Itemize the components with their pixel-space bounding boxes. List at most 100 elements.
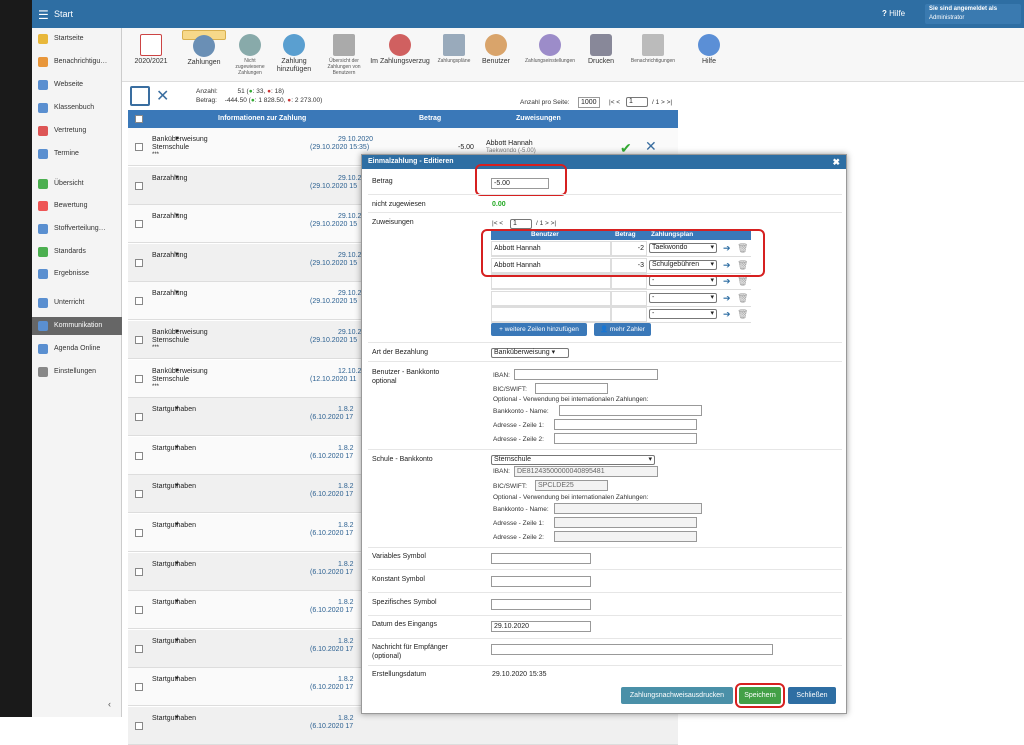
row-checkbox[interactable] [135,413,143,422]
overview-button[interactable]: Übersicht der Zahlungen von Benutzern [322,30,366,80]
help-button[interactable]: Hilfe [692,30,726,80]
sidebar-item[interactable]: Termine [32,145,122,163]
expand-icon[interactable]: ▼ [174,715,180,721]
expand-icon[interactable]: ▼ [174,599,180,605]
row-checkbox[interactable] [135,722,143,730]
menu-icon[interactable]: ☰ [38,8,49,22]
sidebar-item[interactable]: Übersicht [32,175,122,193]
assignment-user-cell[interactable] [491,307,611,322]
print-receipt-button[interactable]: Zahlungsnachweisausdrucken [621,687,733,704]
sidebar-item[interactable]: Bewertung [32,197,122,215]
edit-tools-icon[interactable]: ✕ [645,138,657,155]
sidebar-item[interactable]: Vertretung [32,122,122,140]
row-checkbox[interactable] [135,258,143,267]
expand-icon[interactable]: ▼ [174,561,180,567]
expand-icon[interactable]: ▼ [174,638,180,644]
row-checkbox[interactable] [135,683,143,692]
row-checkbox[interactable] [135,374,143,383]
expand-icon[interactable]: ▼ [174,290,180,296]
payment-type-select[interactable]: Banküberweisung ▾ [491,348,569,358]
sidebar-item[interactable]: Unterricht [32,294,122,312]
save-icon[interactable] [130,86,150,106]
user-box[interactable]: Sie sind angemeldet als Administrator [925,4,1021,24]
zuw-pager-first[interactable]: |< < [492,220,503,227]
trash-icon[interactable]: 🗑 [737,309,748,320]
expand-icon[interactable]: ▼ [174,676,180,682]
assignment-plan-select[interactable]: - ▾ [649,276,717,286]
sidebar-item[interactable]: Webseite [32,76,122,94]
row-checkbox[interactable] [135,220,143,229]
sidebar-item[interactable]: Benachrichtigu… [32,53,122,71]
year-button[interactable]: 2020/2021 [132,30,170,80]
sidebar-item[interactable]: Kommunikation [32,317,122,335]
overdue-button[interactable]: Im Zahlungsverzug [370,30,430,80]
col-assignments[interactable]: Zuweisungen [516,115,561,122]
assignment-amount-cell[interactable] [611,307,647,322]
collapse-sidebar-icon[interactable]: ‹ [108,699,111,709]
sidebar-item[interactable]: Einstellungen [32,363,122,381]
expand-icon[interactable]: ▼ [174,175,180,181]
close-button[interactable]: Schließen [788,687,836,704]
addr1-input[interactable] [554,419,697,430]
add-payment-button[interactable]: Zahlung hinzufügen [272,30,316,80]
row-checkbox[interactable] [135,567,143,576]
expand-icon[interactable]: ▼ [174,368,180,374]
iban-input[interactable] [514,369,658,380]
trash-icon[interactable]: 🗑 [737,276,748,287]
sidebar-item[interactable]: Startseite [32,30,122,48]
assignment-plan-select[interactable]: - ▾ [649,292,717,303]
add-rows-button[interactable]: + weitere Zeilen hinzufügen [491,323,587,336]
expand-icon[interactable]: ▼ [174,445,180,451]
assignment-amount-cell[interactable] [611,290,647,306]
select-all-checkbox[interactable] [135,115,143,123]
row-checkbox[interactable] [135,297,143,306]
row-checkbox[interactable] [135,490,143,499]
payment-plans-button[interactable]: Zahlungspläne [434,30,474,80]
addr2-input[interactable] [554,433,697,444]
school-bank-select[interactable]: Sternschule ▾ [491,455,655,465]
row-checkbox[interactable] [135,181,143,190]
help-link[interactable]: ? Hilfe [882,9,905,18]
row-checkbox[interactable] [135,529,143,537]
expand-icon[interactable]: ▼ [174,329,180,335]
var-symbol-input[interactable] [491,553,591,564]
pager-first[interactable]: |< < [609,99,620,106]
sidebar-item[interactable]: Stoffverteilung… [32,220,122,238]
sidebar-item[interactable]: Klassenbuch [32,99,122,117]
close-icon[interactable]: ✖ [832,157,840,168]
page-select[interactable]: 1 [626,97,648,107]
more-payers-button[interactable]: 👤 mehr Zahler [594,323,651,336]
row-checkbox[interactable] [135,606,143,615]
assign-arrow-icon[interactable]: ➔ [723,309,731,320]
trash-icon[interactable]: 🗑 [737,293,748,304]
expand-icon[interactable]: ▼ [174,522,180,528]
expand-icon[interactable]: ▼ [174,252,180,258]
payments-button[interactable]: Zahlungen [182,30,226,66]
message-input[interactable] [491,644,773,655]
expand-icon[interactable]: ▼ [174,136,180,142]
spec-symbol-input[interactable] [491,599,591,610]
expand-icon[interactable]: ▼ [174,406,180,412]
notifications-button[interactable]: Benachrichtigungen [622,30,684,80]
row-checkbox[interactable] [135,143,143,151]
users-button[interactable]: Benutzer [478,30,514,80]
tools-icon[interactable]: ✕ [156,86,169,106]
col-info[interactable]: Informationen zur Zahlung [218,115,306,122]
assign-arrow-icon[interactable]: ➔ [723,276,731,287]
assignment-plan-select[interactable]: - ▾ [649,309,717,319]
row-checkbox[interactable] [135,644,143,653]
assign-arrow-icon[interactable]: ➔ [723,293,731,304]
zuw-pager-last[interactable]: / 1 > >| [536,220,556,227]
sidebar-item[interactable]: Ergebnisse [32,265,122,283]
bic-input[interactable] [535,383,608,394]
zuw-page-select[interactable]: 1 [510,219,532,229]
const-symbol-input[interactable] [491,576,591,587]
row-checkbox[interactable] [135,451,143,460]
bank-name-input[interactable] [559,405,702,416]
print-button[interactable]: Drucken [584,30,618,80]
sidebar-item[interactable]: Agenda Online [32,340,122,358]
date-input[interactable]: 29.10.2020 [491,621,591,632]
unassigned-payments-button[interactable]: Nicht zugewiesene Zahlungen [230,30,270,80]
expand-icon[interactable]: ▼ [174,483,180,489]
assignment-user-cell[interactable] [491,290,611,306]
